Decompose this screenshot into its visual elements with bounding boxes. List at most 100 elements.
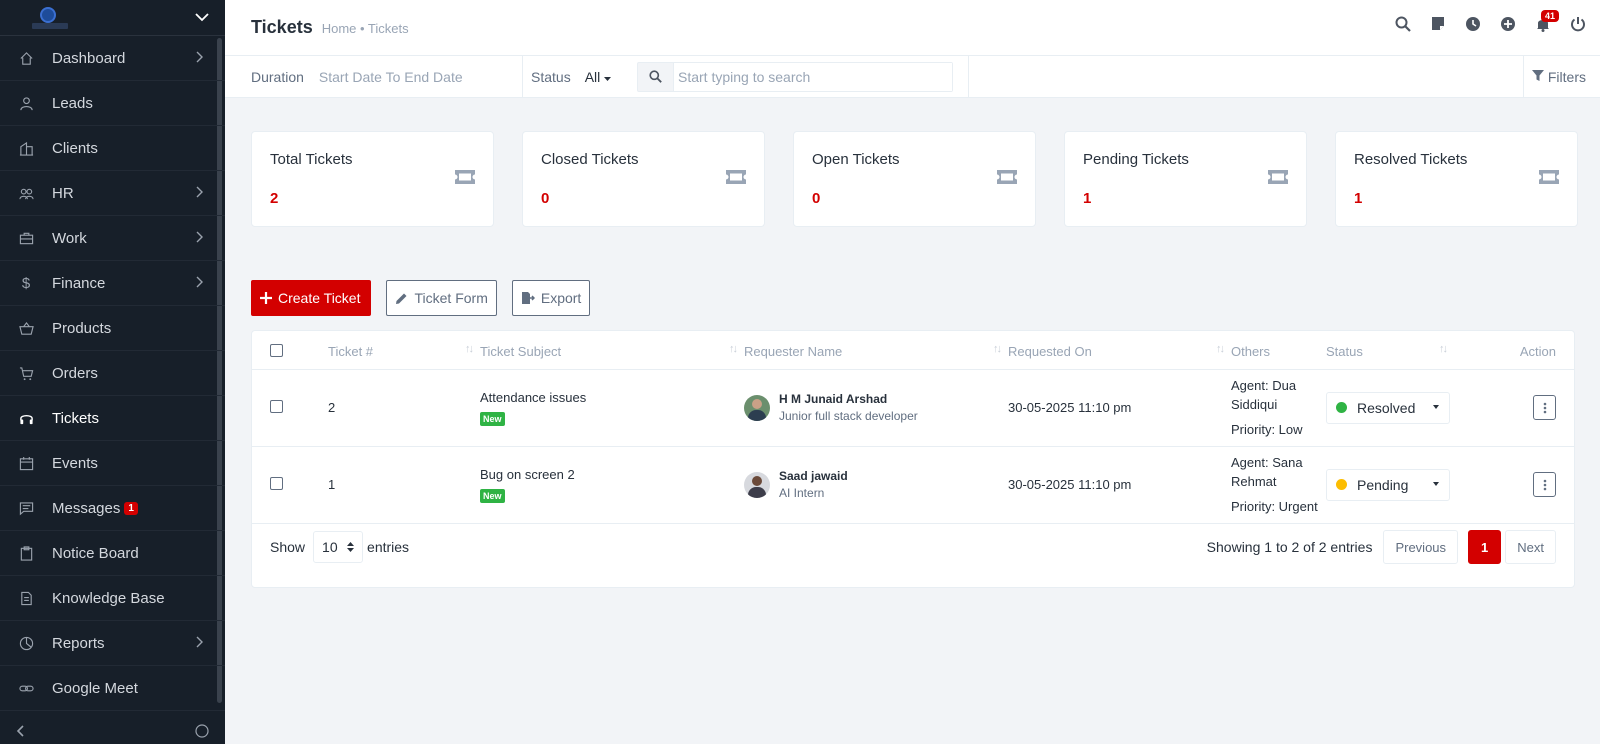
stat-value: 1 <box>1083 190 1092 207</box>
sidebar-item-reports[interactable]: Reports <box>0 621 225 666</box>
status-select[interactable]: Resolved <box>1326 391 1450 424</box>
chevron-down-icon[interactable] <box>195 9 209 27</box>
ticket-subject-link[interactable]: Attendance issues <box>480 390 744 405</box>
column-requester-name[interactable]: Requester Name ↑↓ <box>744 331 1008 370</box>
status-dot <box>1336 402 1347 413</box>
create-ticket-button[interactable]: Create Ticket <box>251 280 372 316</box>
chevron-right-icon <box>196 231 203 246</box>
next-page-button[interactable]: Next <box>1505 530 1556 564</box>
agent-line-1: Agent: Dua <box>1231 378 1297 393</box>
messages-badge: 1 <box>124 502 138 516</box>
column-ticket-number[interactable]: Ticket # ↑↓ <box>328 331 480 370</box>
sidebar-item-orders[interactable]: Orders <box>0 351 225 396</box>
collapse-sidebar-icon[interactable] <box>16 724 24 740</box>
action-cell <box>1454 369 1574 447</box>
column-status[interactable]: Status ↑↓ <box>1326 331 1454 370</box>
power-icon[interactable] <box>1570 16 1586 32</box>
status-value: Resolved <box>1357 399 1416 416</box>
duration-filter[interactable]: Duration Start Date To End Date <box>225 56 523 97</box>
table-row[interactable]: 1 Bug on screen 2 New Saad jawaid AI Int… <box>252 446 1574 524</box>
user-icon <box>18 95 34 111</box>
sidebar-item-products[interactable]: Products <box>0 306 225 351</box>
filters-button[interactable]: Filters <box>1522 56 1600 97</box>
sidebar-item-google-meet[interactable]: Google Meet <box>0 666 225 711</box>
status-cell: Pending <box>1326 446 1454 524</box>
sidebar-item-hr[interactable]: HR <box>0 171 225 216</box>
sidebar-item-label: Tickets <box>52 409 99 427</box>
stat-card-open[interactable]: Open Tickets 0 <box>793 131 1036 227</box>
ticket-subject-link[interactable]: Bug on screen 2 <box>480 467 744 482</box>
stat-card-pending[interactable]: Pending Tickets 1 <box>1064 131 1307 227</box>
export-button[interactable]: Export <box>511 280 591 316</box>
search-input[interactable] <box>674 62 952 91</box>
sidebar-item-label: Products <box>52 319 112 337</box>
row-checkbox[interactable] <box>270 476 283 490</box>
column-requested-on[interactable]: Requested On ↑↓ <box>1008 331 1231 370</box>
sidebar-item-messages[interactable]: Messages 1 <box>0 486 225 531</box>
avatar[interactable] <box>744 471 770 498</box>
ticket-form-button[interactable]: Ticket Form <box>386 280 497 316</box>
search-icon[interactable] <box>1395 16 1411 32</box>
select-all-checkbox[interactable] <box>270 343 283 357</box>
column-label: Requester Name <box>744 344 843 360</box>
people-icon <box>18 185 34 201</box>
sidebar-item-notice-board[interactable]: Notice Board <box>0 531 225 576</box>
stat-card-total[interactable]: Total Tickets 2 <box>251 131 494 227</box>
search-box <box>637 61 953 92</box>
sidebar-item-tickets[interactable]: Tickets <box>0 396 225 441</box>
sidebar-item-work[interactable]: Work <box>0 216 225 261</box>
status-dot <box>1336 479 1347 490</box>
column-label: Requested On <box>1008 344 1092 360</box>
page-1-button[interactable]: 1 <box>1468 530 1502 564</box>
messages-label: Messages <box>52 499 121 517</box>
sidebar-item-dashboard[interactable]: Dashboard <box>0 36 225 81</box>
status-filter-select[interactable]: All <box>585 69 612 85</box>
column-ticket-subject[interactable]: Ticket Subject ↑↓ <box>480 331 744 370</box>
export-file-icon <box>521 291 535 305</box>
ticket-icon <box>1539 170 1559 187</box>
page-header: Tickets Home • Tickets 41 <box>225 0 1600 56</box>
row-actions-button[interactable] <box>1533 395 1556 420</box>
stat-card-closed[interactable]: Closed Tickets 0 <box>522 131 765 227</box>
sidebar-item-finance[interactable]: $ Finance <box>0 261 225 306</box>
requester-role: AI Intern <box>779 486 825 500</box>
table-row[interactable]: 2 Attendance issues New H M Junaid Arsha… <box>252 369 1574 447</box>
clock-icon[interactable] <box>1465 16 1481 32</box>
stat-value: 0 <box>812 190 821 207</box>
requester-name[interactable]: Saad jawaid <box>779 469 848 483</box>
avatar[interactable] <box>744 394 770 421</box>
sidebar-item-knowledge-base[interactable]: Knowledge Base <box>0 576 225 621</box>
ticket-subject-cell: Attendance issues New <box>480 369 744 447</box>
row-checkbox[interactable] <box>270 399 283 413</box>
others-cell: Agent: Sana Rehmat Priority: Urgent <box>1231 446 1326 524</box>
ticket-stats: Total Tickets 2 Closed Tickets 0 Open Ti… <box>251 131 1578 227</box>
caret-down-icon <box>1433 481 1439 486</box>
duration-label: Duration <box>251 68 304 85</box>
entries-select[interactable]: 10 <box>313 531 364 563</box>
add-circle-icon[interactable] <box>1500 16 1516 32</box>
ticket-number[interactable]: 1 <box>328 446 480 524</box>
stat-card-resolved[interactable]: Resolved Tickets 1 <box>1335 131 1578 227</box>
sidebar-item-clients[interactable]: Clients <box>0 126 225 171</box>
agent-line-1: Agent: Sana <box>1231 455 1303 470</box>
previous-page-button[interactable]: Previous <box>1383 530 1459 564</box>
priority: Priority: Low <box>1231 422 1303 437</box>
bell-icon[interactable]: 41 <box>1535 10 1560 32</box>
tickets-table-card: Ticket # ↑↓ Ticket Subject ↑↓ Requester Na… <box>251 330 1575 588</box>
dollar-icon: $ <box>21 274 31 292</box>
row-actions-button[interactable] <box>1533 472 1556 497</box>
help-icon[interactable] <box>195 723 209 741</box>
ticket-icon <box>1268 170 1288 187</box>
date-range-picker[interactable]: Start Date To End Date <box>319 69 463 85</box>
column-label: Status <box>1326 344 1363 360</box>
ticket-icon <box>455 170 475 187</box>
sidebar-item-leads[interactable]: Leads <box>0 81 225 126</box>
sticky-note-icon[interactable] <box>1430 16 1446 32</box>
filter-funnel-icon <box>1531 69 1544 85</box>
requester-name[interactable]: H M Junaid Arshad <box>779 392 918 406</box>
sidebar-item-events[interactable]: Events <box>0 441 225 486</box>
house-icon <box>18 50 34 66</box>
breadcrumb[interactable]: Home • Tickets <box>322 21 409 36</box>
status-select[interactable]: Pending <box>1326 468 1450 501</box>
ticket-number[interactable]: 2 <box>328 369 480 447</box>
